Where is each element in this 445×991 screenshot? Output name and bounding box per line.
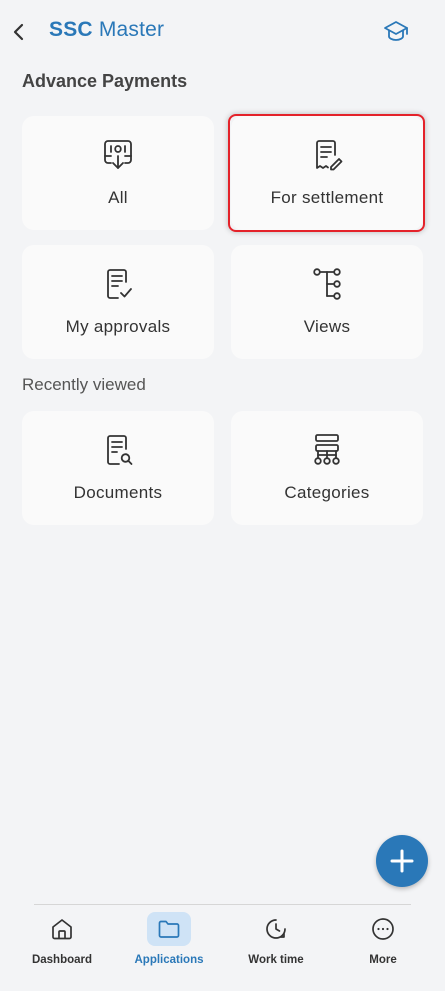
tile-my-approvals-label: My approvals	[65, 317, 171, 336]
nav-applications[interactable]: Applications	[119, 912, 219, 982]
inbox-tray-icon	[99, 136, 137, 174]
nav-applications-label: Applications	[134, 954, 204, 966]
document-search-icon	[99, 431, 137, 469]
nav-more[interactable]: More	[333, 912, 433, 982]
graduation-cap-icon	[384, 21, 408, 41]
tile-categories[interactable]: Categories	[231, 411, 423, 525]
recently-viewed-title: Recently viewed	[22, 375, 146, 394]
tile-documents-label: Documents	[73, 483, 163, 502]
app-title-brand: SSC	[49, 18, 93, 41]
clock-icon	[254, 912, 298, 946]
tile-all[interactable]: All	[22, 116, 214, 230]
tile-views[interactable]: Views	[231, 245, 423, 359]
more-dots-icon	[361, 912, 405, 946]
section-title: Advance Payments	[22, 71, 188, 91]
bottom-nav: Dashboard Applications Work time More	[0, 904, 445, 991]
tile-views-label: Views	[303, 317, 351, 336]
home-icon	[40, 912, 84, 946]
plus-icon	[390, 849, 414, 873]
app-title: SSC Master	[49, 18, 164, 42]
folder-icon	[147, 912, 191, 946]
nav-work-time[interactable]: Work time	[226, 912, 326, 982]
tree-structure-icon	[308, 265, 346, 303]
tile-documents[interactable]: Documents	[22, 411, 214, 525]
screen: SSC Master Advance Payments All For sett…	[0, 0, 445, 991]
nav-work-time-label: Work time	[248, 954, 304, 966]
nav-more-label: More	[369, 954, 397, 966]
chevron-left-icon	[13, 23, 24, 41]
hierarchy-icon	[308, 431, 346, 469]
graduation-cap-button[interactable]	[381, 16, 411, 46]
nav-dashboard[interactable]: Dashboard	[12, 912, 112, 982]
add-button[interactable]	[376, 835, 428, 887]
selection-highlight	[228, 114, 425, 232]
back-button[interactable]	[6, 16, 32, 48]
document-check-icon	[99, 265, 137, 303]
app-title-rest: Master	[92, 18, 165, 41]
nav-divider	[34, 904, 411, 905]
tile-my-approvals[interactable]: My approvals	[22, 245, 214, 359]
tile-all-label: All	[108, 188, 128, 207]
tile-categories-label: Categories	[284, 483, 370, 502]
app-header: SSC Master	[0, 0, 445, 64]
nav-dashboard-label: Dashboard	[31, 954, 93, 966]
